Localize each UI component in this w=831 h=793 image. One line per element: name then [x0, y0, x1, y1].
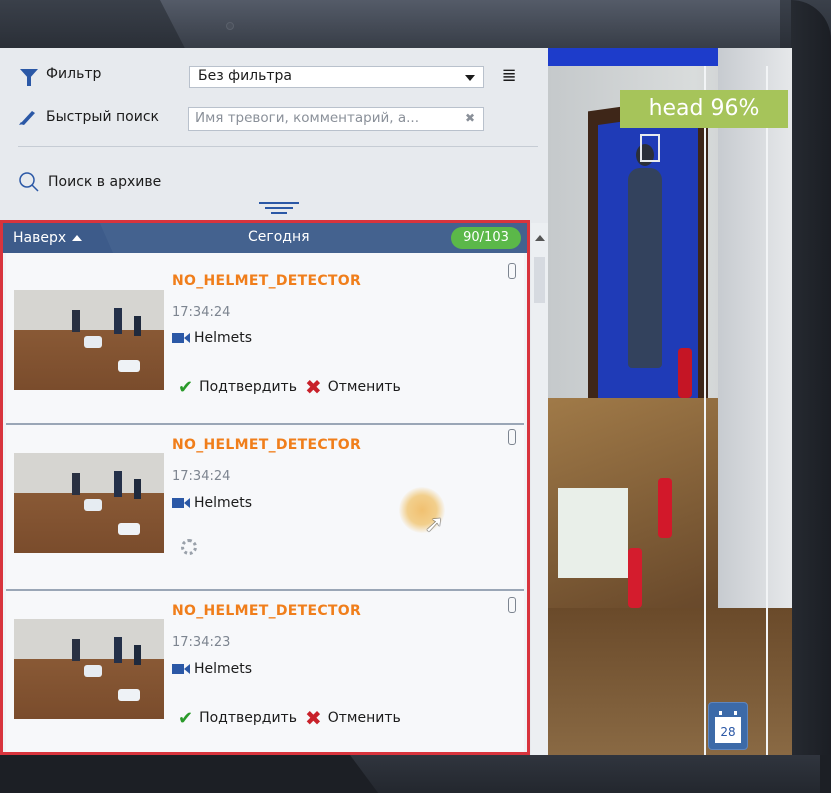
paperclip-icon[interactable] — [508, 263, 516, 279]
camera-icon — [172, 333, 190, 343]
scroll-up-arrow-icon[interactable] — [535, 235, 545, 241]
camera-video-view[interactable]: head 96% 28 — [548, 48, 792, 755]
detection-label: head 96% — [620, 90, 788, 128]
event-card[interactable]: NO_HELMET_DETECTOR 17:34:23 Helmets ✔ По… — [6, 591, 524, 752]
filter-label: Фильтр — [46, 66, 102, 82]
event-time: 17:34:24 — [172, 469, 231, 484]
device-frame-sheen — [160, 0, 780, 48]
event-camera: Helmets — [172, 495, 252, 511]
event-thumbnail[interactable] — [14, 453, 164, 553]
event-camera-name: Helmets — [194, 495, 253, 511]
event-title: NO_HELMET_DETECTOR — [172, 273, 362, 289]
archive-search-link[interactable]: Поиск в архиве — [18, 171, 161, 193]
event-thumbnail[interactable] — [14, 290, 164, 390]
event-camera: Helmets — [172, 661, 252, 677]
scroll-to-top-label: Наверх — [13, 230, 67, 246]
chevron-down-icon — [465, 75, 475, 81]
check-icon[interactable]: ✔ — [178, 377, 193, 398]
paperclip-icon[interactable] — [508, 597, 516, 613]
magnifier-icon — [19, 172, 39, 192]
device-frame-bottom-sheen — [350, 755, 820, 793]
spinner-icon — [181, 539, 197, 555]
filter-select-value: Без фильтра — [198, 68, 293, 84]
filter-select[interactable]: Без фильтра — [189, 66, 484, 88]
confirm-button[interactable]: Подтвердить — [199, 379, 297, 395]
check-icon[interactable]: ✔ — [178, 708, 193, 729]
scroll-to-top-button[interactable]: Наверх — [3, 223, 113, 253]
camera-icon — [172, 664, 190, 674]
events-list: Наверх Сегодня 90/103 NO_HELMET_DETECTOR… — [0, 220, 530, 755]
event-thumbnail[interactable] — [14, 619, 164, 719]
event-camera-name: Helmets — [194, 661, 253, 677]
toolbar-divider — [18, 146, 538, 147]
cancel-button[interactable]: Отменить — [328, 710, 401, 726]
panel-resize-handle[interactable] — [258, 202, 300, 214]
chevron-up-icon — [72, 235, 83, 241]
pen-icon — [19, 111, 35, 125]
cancel-button[interactable]: Отменить — [328, 379, 401, 395]
paperclip-icon[interactable] — [508, 429, 516, 445]
calendar-icon — [719, 711, 737, 715]
quick-search-placeholder: Имя тревоги, комментарий, а... — [195, 110, 419, 126]
calendar-button[interactable]: 28 — [708, 702, 748, 750]
quick-search-input[interactable]: Имя тревоги, комментарий, а... ✖ — [188, 107, 484, 131]
mouse-cursor-icon: ➚ — [424, 510, 445, 538]
camera-icon — [172, 498, 190, 508]
events-panel: Фильтр Без фильтра ≣ Быстрый поиск Имя т… — [0, 48, 548, 755]
event-camera-name: Helmets — [194, 330, 253, 346]
quick-search-row: Быстрый поиск — [18, 108, 159, 126]
filter-row: Фильтр — [20, 66, 102, 86]
event-title: NO_HELMET_DETECTOR — [172, 437, 362, 453]
list-icon[interactable]: ≣ — [498, 66, 520, 88]
event-time: 17:34:24 — [172, 305, 231, 320]
events-scrollbar[interactable] — [531, 223, 548, 755]
date-group-label: Сегодня — [248, 229, 310, 245]
funnel-icon — [20, 69, 38, 86]
device-frame-right — [791, 0, 831, 793]
clear-icon[interactable]: ✖ — [465, 111, 475, 125]
event-card[interactable]: NO_HELMET_DETECTOR 17:34:24 Helmets ✔ По… — [6, 253, 524, 425]
event-card[interactable]: NO_HELMET_DETECTOR 17:34:24 Helmets — [6, 425, 524, 591]
quick-search-label: Быстрый поиск — [46, 109, 159, 125]
screen: Фильтр Без фильтра ≣ Быстрый поиск Имя т… — [0, 48, 792, 755]
event-actions: ✔ Подтвердить ✖ Отменить — [178, 375, 401, 399]
confirm-button[interactable]: Подтвердить — [199, 710, 297, 726]
scroll-thumb[interactable] — [534, 257, 545, 303]
event-time: 17:34:23 — [172, 635, 231, 650]
event-title: NO_HELMET_DETECTOR — [172, 603, 362, 619]
detection-box — [640, 134, 660, 162]
cross-icon[interactable]: ✖ — [305, 375, 322, 399]
cross-icon[interactable]: ✖ — [305, 706, 322, 730]
events-header: Наверх Сегодня 90/103 — [3, 223, 527, 253]
archive-search-label: Поиск в архиве — [48, 174, 162, 190]
region-bracket — [704, 66, 768, 755]
events-count-badge: 90/103 — [451, 227, 521, 249]
event-actions: ✔ Подтвердить ✖ Отменить — [178, 706, 401, 730]
event-camera: Helmets — [172, 330, 252, 346]
calendar-day: 28 — [715, 717, 741, 743]
front-camera — [226, 22, 234, 30]
